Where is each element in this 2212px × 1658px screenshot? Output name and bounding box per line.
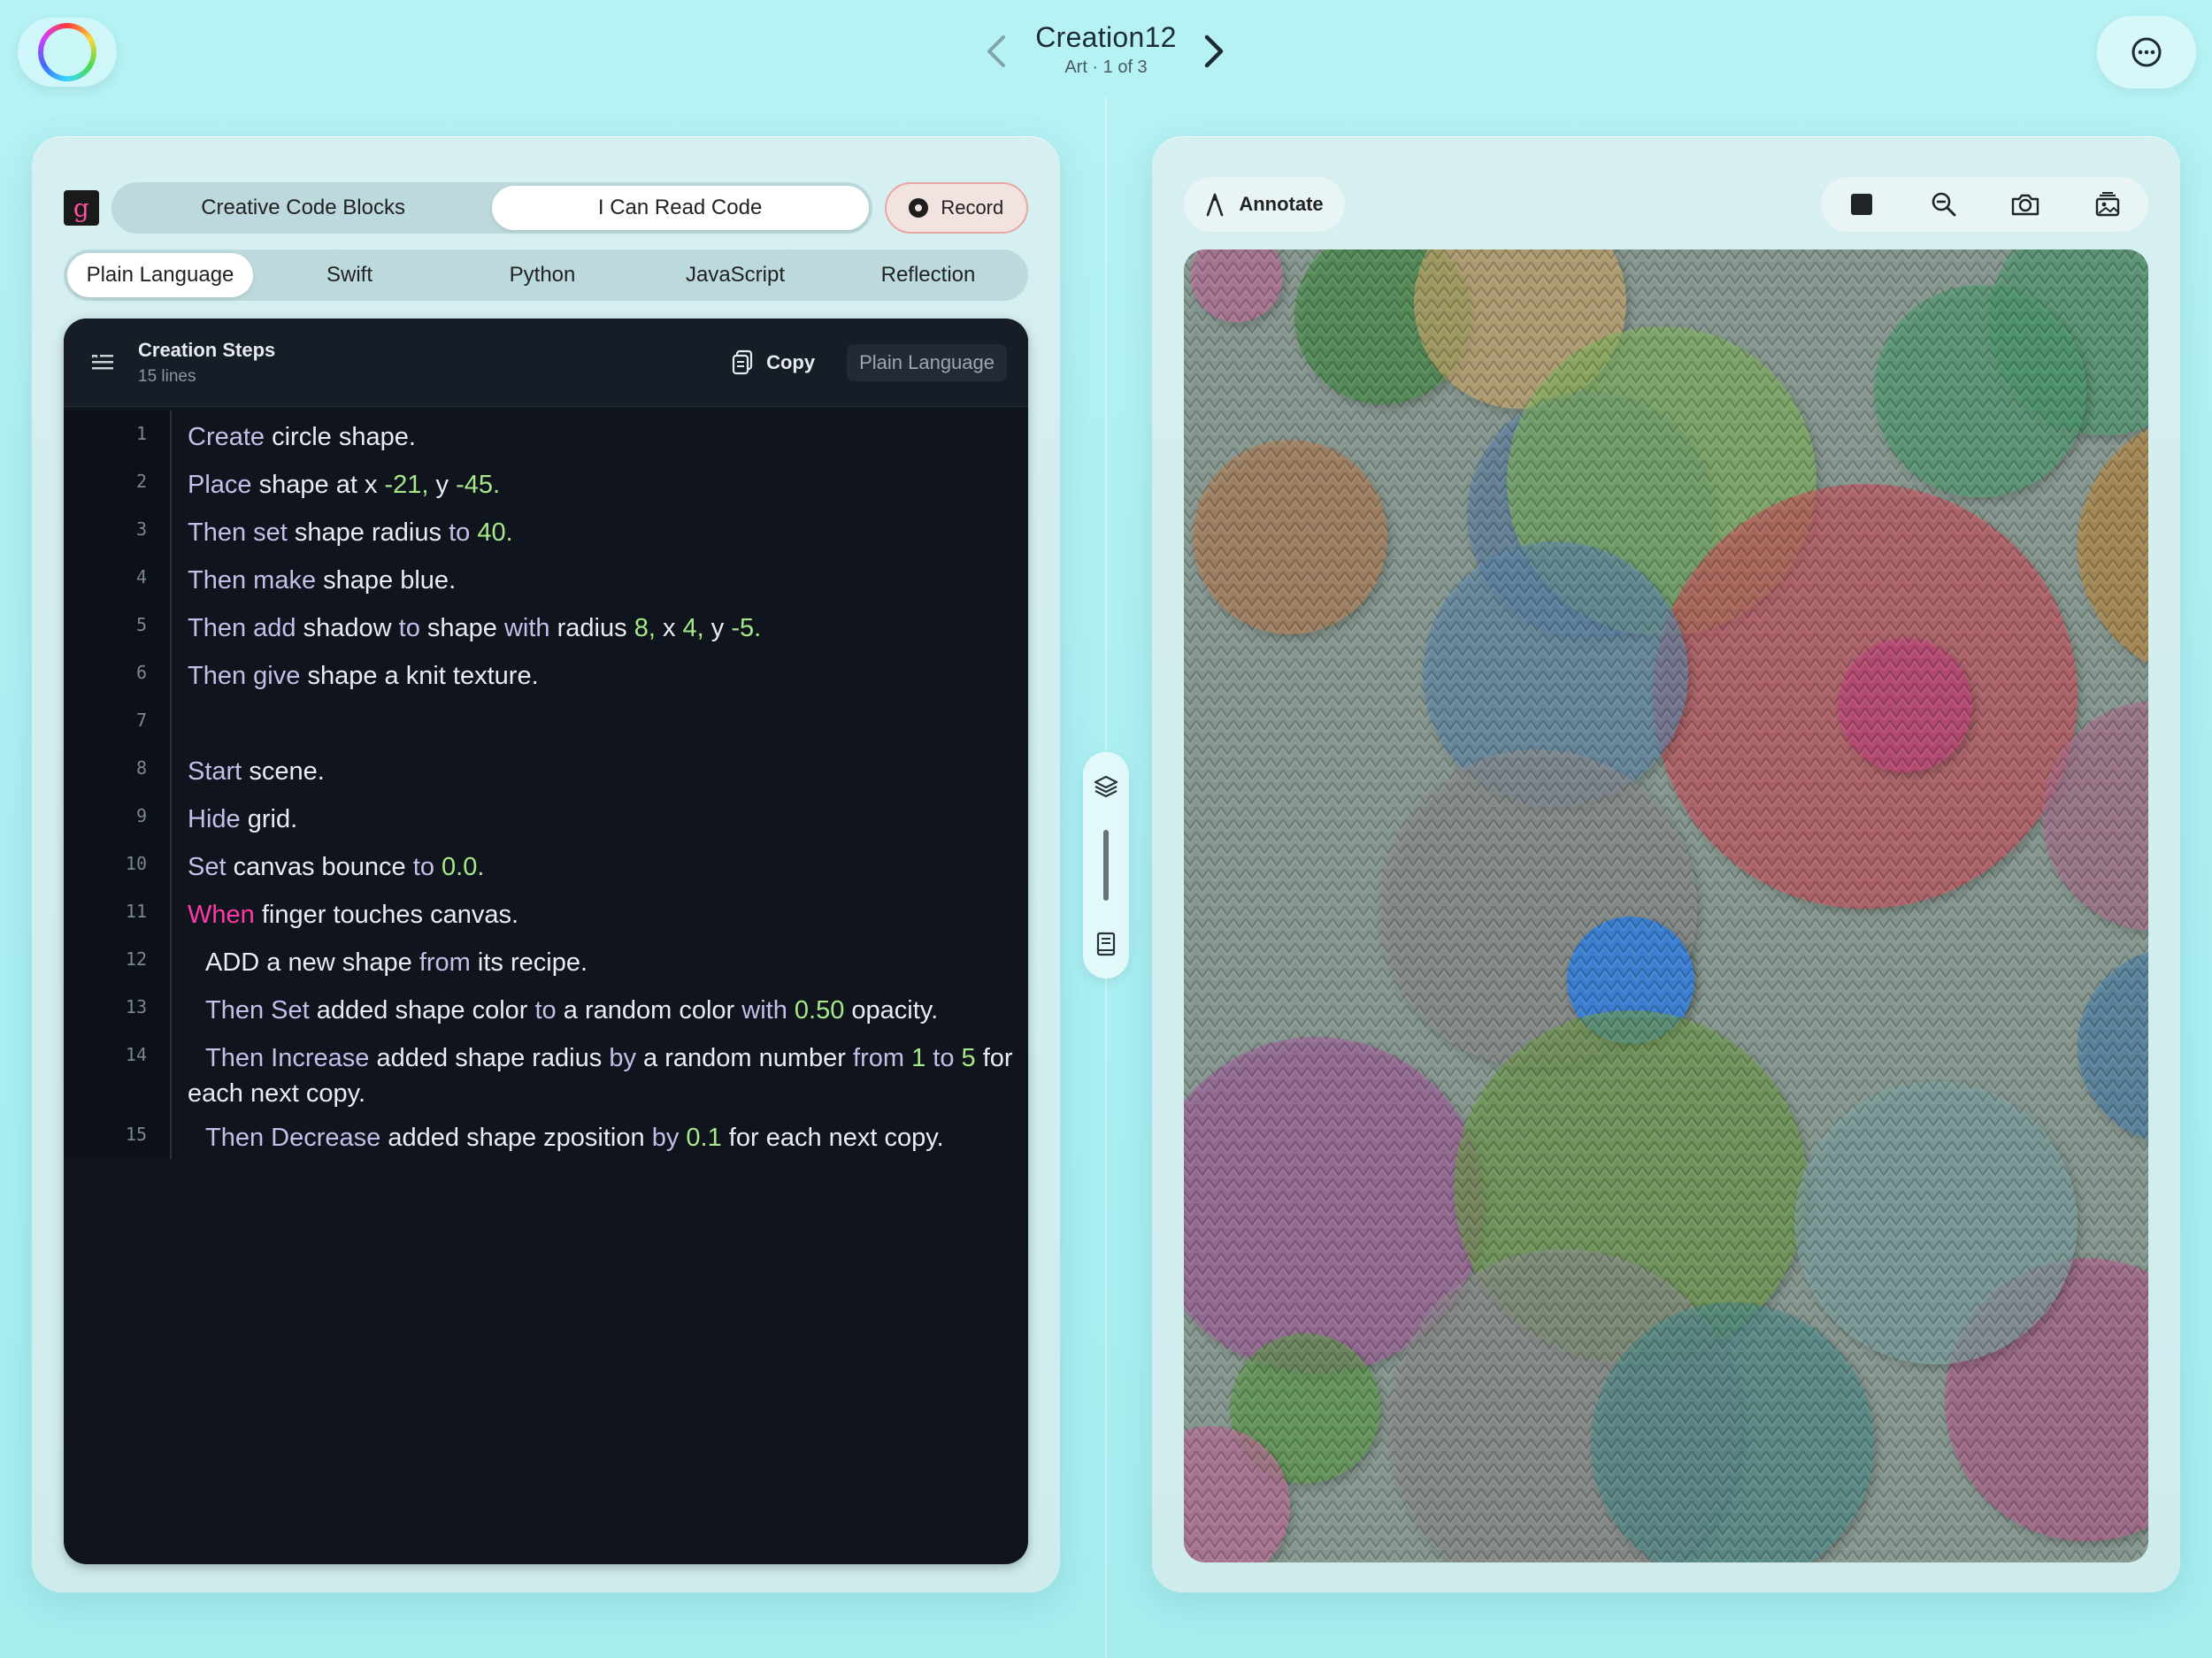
mode-tab-creative-code-blocks[interactable]: Creative Code Blocks [115,186,492,230]
list-indent-icon [85,345,120,380]
mode-tab-i-can-read-code[interactable]: I Can Read Code [491,186,869,230]
copy-icon [732,349,753,374]
line-number: 2 [64,458,172,506]
code-line[interactable]: 9 Hide grid. [64,793,1028,841]
tab-plain-language[interactable]: Plain Language [67,253,253,297]
line-number: 1 [64,411,172,458]
line-text: When finger touches canvas. [188,901,519,929]
line-text: Then set shape radius to 40. [188,518,513,547]
code-line[interactable]: 7 [64,697,1028,745]
photo-library-icon[interactable] [2090,187,2125,222]
page-title: Creation12 [1035,21,1177,53]
side-rail [1083,752,1129,979]
tab-reflection[interactable]: Reflection [832,253,1025,297]
line-text: ADD a new shape from its recipe. [205,948,588,977]
app-logo-button[interactable] [18,18,117,87]
tab-javascript[interactable]: JavaScript [639,253,832,297]
line-text: Hide grid. [188,805,298,833]
code-line[interactable]: 4 Then make shape blue. [64,554,1028,602]
line-number: 8 [64,745,172,793]
code-panel: g Creative Code Blocks I Can Read Code R… [32,136,1060,1593]
line-text: Then give shape a knit texture. [188,662,539,690]
editor-header: Creation Steps 15 lines Copy Plain Langu… [64,319,1028,407]
line-text [172,697,1028,745]
code-line[interactable]: 8 Start scene. [64,745,1028,793]
title-block: Creation12 Art · 1 of 3 [982,21,1230,78]
tab-swift[interactable]: Swift [253,253,446,297]
line-number: 11 [64,888,172,936]
color-wheel-icon [38,23,96,81]
resize-handle[interactable] [1103,830,1109,901]
more-options-button[interactable] [2097,16,2196,88]
line-number: 5 [64,602,172,649]
book-icon[interactable] [1093,931,1119,957]
app-mini-logo-icon: g [64,190,99,226]
tab-python[interactable]: Python [446,253,639,297]
canvas-panel: Annotate [1152,136,2180,1593]
mode-row: g Creative Code Blocks I Can Read Code R… [64,182,1028,234]
line-number: 7 [64,697,172,745]
line-number: 6 [64,649,172,697]
canvas-tools [1821,177,2148,232]
line-text: Set canvas bounce to 0.0. [188,853,485,881]
language-badge: Plain Language [847,343,1007,381]
line-text: Start scene. [188,757,325,786]
line-number: 13 [64,984,172,1032]
stop-icon[interactable] [1844,187,1879,222]
line-text: Then Decrease added shape zposition by 0… [205,1124,944,1152]
code-line[interactable]: 14 Then Increase added shape radius by a … [64,1032,1028,1111]
line-number: 10 [64,841,172,888]
pencil-tip-icon [1207,193,1224,217]
code-line[interactable]: 13 Then Set added shape color to a random… [64,984,1028,1032]
copy-label: Copy [766,350,816,373]
line-text: Place shape at x -21, y -45. [188,471,501,499]
layers-icon[interactable] [1093,773,1119,800]
code-line[interactable]: 6 Then give shape a knit texture. [64,649,1028,697]
copy-button[interactable]: Copy [731,349,815,376]
line-number: 15 [64,1111,172,1159]
code-line[interactable]: 12 ADD a new shape from its recipe. [64,936,1028,984]
line-text: Then make shape blue. [188,566,457,595]
camera-icon[interactable] [2008,187,2043,222]
code-lines: 1 Create circle shape. 2 Place shape at x -… [64,407,1028,1159]
record-button[interactable]: Record [884,182,1028,234]
code-line[interactable]: 3 Then set shape radius to 40. [64,506,1028,554]
code-line[interactable]: 11 When finger touches canvas. [64,888,1028,936]
code-line[interactable]: 10 Set canvas bounce to 0.0. [64,841,1028,888]
next-creation-button[interactable] [1196,27,1232,76]
chevron-right-icon [1204,35,1224,68]
line-number: 4 [64,554,172,602]
language-tabs: Plain Language Swift Python JavaScript R… [64,249,1028,301]
art-canvas[interactable] [1184,249,2148,1562]
code-editor: Creation Steps 15 lines Copy Plain Langu… [64,319,1028,1564]
canvas-drawing [1184,249,2148,1562]
line-text: Then Increase added shape radius by a ra… [188,1044,1013,1108]
line-text: Then add shadow to shape with radius 8, … [188,614,762,642]
code-line[interactable]: 2 Place shape at x -21, y -45. [64,458,1028,506]
line-number: 12 [64,936,172,984]
mode-segmented-control: Creative Code Blocks I Can Read Code [111,182,872,234]
record-icon [909,198,929,218]
ellipsis-circle-icon [2131,37,2162,67]
zoom-out-icon[interactable] [1926,187,1962,222]
editor-line-count: 15 lines [138,366,196,386]
editor-title: Creation Steps [138,338,276,361]
record-label: Record [941,196,1004,219]
code-line[interactable]: 15 Then Decrease added shape zposition by… [64,1111,1028,1159]
page-subtitle: Art · 1 of 3 [1064,58,1148,77]
line-number: 14 [64,1032,172,1111]
line-text: Create circle shape. [188,423,416,451]
line-text: Then Set added shape color to a random c… [205,996,939,1025]
line-number: 3 [64,506,172,554]
annotate-button[interactable]: Annotate [1184,177,1345,232]
line-number: 9 [64,793,172,841]
annotate-label: Annotate [1239,193,1324,215]
code-line[interactable]: 5 Then add shadow to shape with radius 8,… [64,602,1028,649]
code-line[interactable]: 1 Create circle shape. [64,411,1028,458]
